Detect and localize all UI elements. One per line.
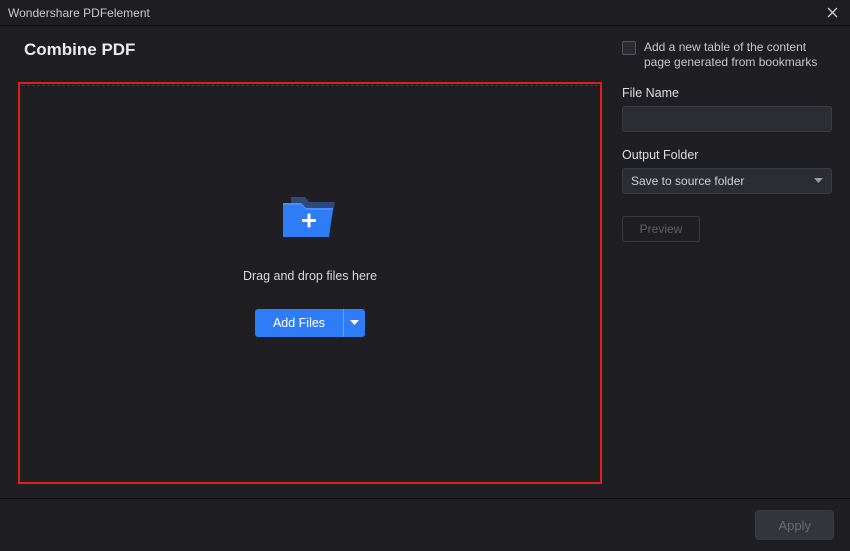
- dropzone-hint: Drag and drop files here: [243, 269, 377, 283]
- output-folder-selected: Save to source folder: [631, 174, 744, 188]
- footer: Apply: [0, 498, 850, 551]
- toc-checkbox-row: Add a new table of the content page gene…: [622, 40, 832, 70]
- chevron-down-icon: [814, 178, 823, 184]
- add-files-dropdown-button[interactable]: [343, 309, 365, 337]
- apply-button[interactable]: Apply: [755, 510, 834, 540]
- titlebar: Wondershare PDFelement: [0, 0, 850, 26]
- left-pane: Combine PDF Drag and drop files here Add…: [0, 26, 612, 498]
- page-title: Combine PDF: [24, 40, 600, 60]
- toc-checkbox-label: Add a new table of the content page gene…: [644, 40, 832, 70]
- preview-button[interactable]: Preview: [622, 216, 700, 242]
- dropzone[interactable]: Drag and drop files here Add Files: [22, 85, 598, 481]
- file-name-group: File Name: [622, 86, 832, 132]
- output-folder-select[interactable]: Save to source folder: [622, 168, 832, 194]
- add-files-button[interactable]: Add Files: [255, 309, 343, 337]
- content-area: Combine PDF Drag and drop files here Add…: [0, 26, 850, 498]
- file-name-input[interactable]: [622, 106, 832, 132]
- file-name-label: File Name: [622, 86, 832, 100]
- dropzone-highlight: Drag and drop files here Add Files: [18, 82, 602, 484]
- toc-checkbox[interactable]: [622, 41, 636, 55]
- app-title: Wondershare PDFelement: [8, 6, 822, 20]
- output-folder-group: Output Folder Save to source folder: [622, 148, 832, 194]
- chevron-down-icon: [350, 320, 359, 326]
- add-files-group: Add Files: [255, 309, 365, 337]
- output-folder-label: Output Folder: [622, 148, 832, 162]
- close-button[interactable]: [822, 3, 842, 23]
- add-folder-icon: [277, 191, 343, 241]
- right-pane: Add a new table of the content page gene…: [612, 26, 850, 498]
- close-icon: [827, 7, 838, 18]
